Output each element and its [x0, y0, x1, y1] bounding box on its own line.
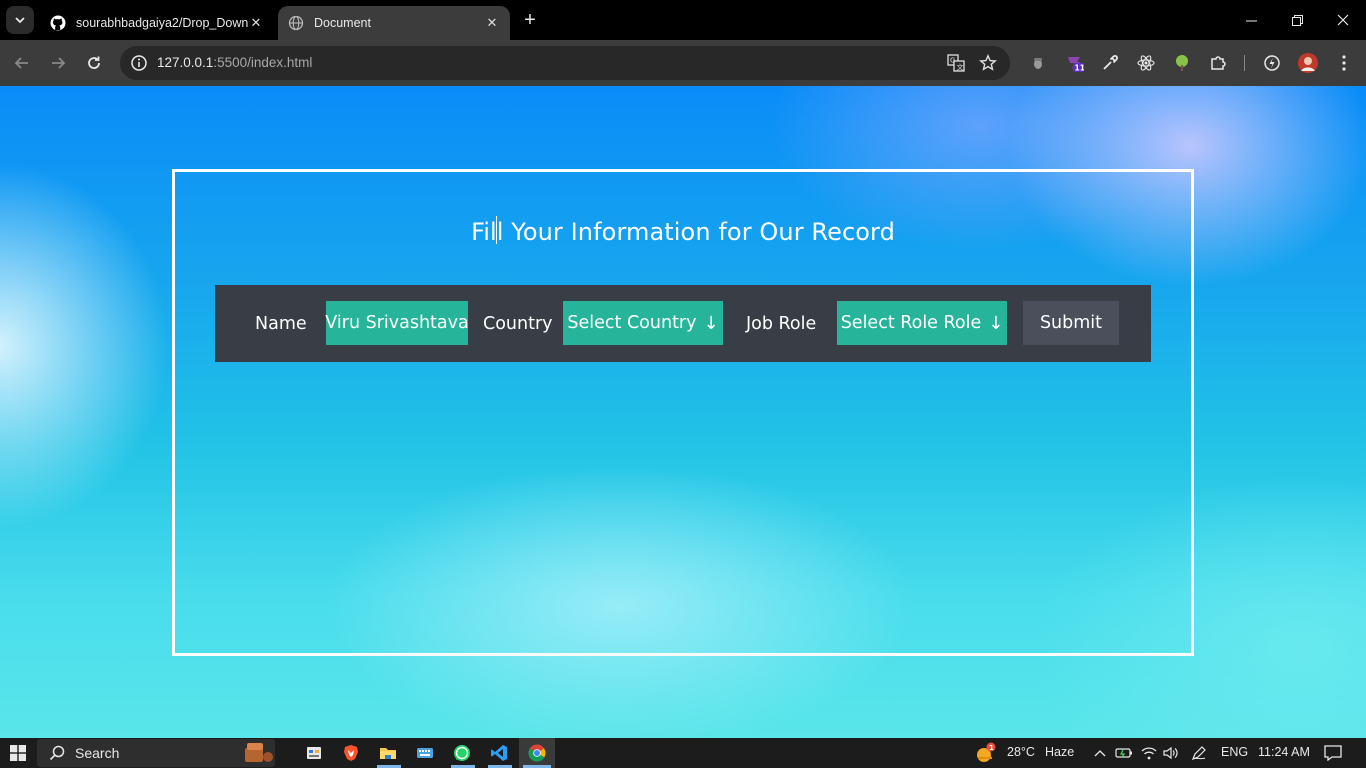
- brave-browser-icon[interactable]: [340, 742, 362, 764]
- submit-button[interactable]: Submit: [1023, 301, 1119, 345]
- performance-icon[interactable]: [1261, 52, 1283, 74]
- form-container: Fill Your Information for Our Record Nam…: [172, 169, 1194, 656]
- close-icon[interactable]: ✕: [248, 15, 264, 31]
- browser-tab-strip: sourabhbadgaiya2/Drop_Down ✕ Document ✕ …: [0, 0, 1366, 40]
- volume-icon[interactable]: [1160, 742, 1182, 764]
- text-cursor: [496, 216, 497, 244]
- weather-desc: Haze: [1045, 745, 1075, 759]
- tab-document[interactable]: Document ✕: [278, 6, 510, 40]
- arrow-right-icon: [52, 57, 66, 69]
- github-icon: [50, 15, 66, 31]
- tab-github[interactable]: sourabhbadgaiya2/Drop_Down ✕: [40, 6, 274, 40]
- search-placeholder: Search: [75, 745, 120, 761]
- country-label: Country: [483, 314, 553, 334]
- chevron-down-icon: [15, 17, 25, 24]
- tab-title: Document: [314, 16, 371, 30]
- svg-text:文: 文: [957, 63, 964, 72]
- pen-icon[interactable]: [1188, 742, 1210, 764]
- translate-icon[interactable]: 文G: [946, 53, 966, 73]
- globe-icon: [288, 15, 304, 31]
- profile-avatar[interactable]: [1297, 52, 1319, 74]
- extension-purple-icon[interactable]: 11: [1063, 52, 1085, 74]
- arrow-down-icon: ↓: [703, 312, 719, 334]
- arrow-down-icon: ↓: [988, 312, 1004, 334]
- role-select-text: Select Role Role: [840, 313, 982, 333]
- extension-eyedropper-icon[interactable]: [1099, 52, 1121, 74]
- chrome-taskbar-button[interactable]: [519, 738, 555, 768]
- whatsapp-icon[interactable]: [451, 742, 473, 764]
- taskbar-search-box[interactable]: Search: [37, 739, 275, 767]
- notification-icon[interactable]: [1322, 742, 1344, 764]
- page-heading: Fill Your Information for Our Record: [471, 218, 895, 246]
- language-indicator[interactable]: ENG: [1221, 745, 1248, 759]
- extension-tree-icon[interactable]: [1171, 52, 1193, 74]
- keyboard-app-icon[interactable]: [414, 742, 436, 764]
- page-viewport: Fill Your Information for Our Record Nam…: [0, 86, 1366, 738]
- arrow-left-icon: [14, 57, 28, 69]
- search-highlight-bricks-icon: [245, 743, 273, 762]
- close-icon: [1337, 14, 1349, 26]
- tab-search-button[interactable]: [6, 6, 34, 34]
- widgets-app-icon[interactable]: [303, 742, 325, 764]
- wifi-icon[interactable]: [1138, 742, 1160, 764]
- job-role-label: Job Role: [746, 314, 817, 334]
- url-host: 127.0.0.1: [157, 55, 214, 70]
- chevron-up-icon[interactable]: [1089, 742, 1111, 764]
- restore-button[interactable]: [1274, 0, 1320, 40]
- battery-icon[interactable]: [1113, 742, 1135, 764]
- role-select[interactable]: Select Role Role ↓: [837, 301, 1007, 345]
- windows-start-icon[interactable]: [7, 742, 29, 764]
- name-label: Name: [255, 314, 307, 334]
- reload-button[interactable]: [82, 51, 106, 75]
- windows-taskbar: Search 1 28°C Haze ENG 11:24 AM: [0, 738, 1366, 768]
- tab-title: sourabhbadgaiya2/Drop_Down: [76, 16, 248, 30]
- minimize-button[interactable]: [1228, 0, 1274, 40]
- extension-react-icon[interactable]: [1135, 52, 1157, 74]
- bookmark-star-icon[interactable]: [978, 53, 998, 73]
- new-tab-button[interactable]: +: [519, 10, 541, 32]
- extension-badge: 11: [1075, 64, 1085, 73]
- site-info-icon[interactable]: [130, 54, 148, 72]
- weather-temp: 28°C: [1007, 745, 1035, 759]
- browser-toolbar: 127.0.0.1:5500/index.html 文G 11: [0, 40, 1366, 86]
- form-bar: Name Viru Srivashtava Country Select Cou…: [215, 285, 1151, 362]
- weather-icon[interactable]: 1: [975, 742, 997, 764]
- forward-button[interactable]: [46, 51, 70, 75]
- country-select[interactable]: Select Country ↓: [563, 301, 723, 345]
- restore-icon: [1291, 14, 1303, 26]
- extensions-puzzle-icon[interactable]: [1207, 52, 1229, 74]
- minimize-icon: [1245, 20, 1257, 21]
- reload-icon: [88, 56, 100, 69]
- kebab-menu-icon[interactable]: [1333, 52, 1355, 74]
- weather-badge: 1: [989, 744, 994, 752]
- country-select-text: Select Country: [567, 313, 697, 333]
- extension-acorn-icon[interactable]: [1027, 52, 1049, 74]
- close-window-button[interactable]: [1320, 0, 1366, 40]
- file-explorer-icon[interactable]: [377, 742, 399, 764]
- url-path: :5500/index.html: [213, 55, 313, 70]
- search-icon: [49, 745, 65, 761]
- url-text[interactable]: 127.0.0.1:5500/index.html: [157, 55, 312, 70]
- address-bar[interactable]: 127.0.0.1:5500/index.html 文G: [120, 46, 1010, 80]
- vscode-icon[interactable]: [488, 742, 510, 764]
- chrome-icon: [528, 744, 546, 762]
- toolbar-divider: [1244, 55, 1245, 71]
- back-button[interactable]: [10, 51, 34, 75]
- name-value: Viru Srivashtava: [325, 313, 469, 333]
- svg-text:G: G: [950, 57, 955, 65]
- name-input[interactable]: Viru Srivashtava: [325, 301, 469, 345]
- clock-time[interactable]: 11:24 AM: [1258, 745, 1310, 759]
- close-icon[interactable]: ✕: [484, 15, 500, 31]
